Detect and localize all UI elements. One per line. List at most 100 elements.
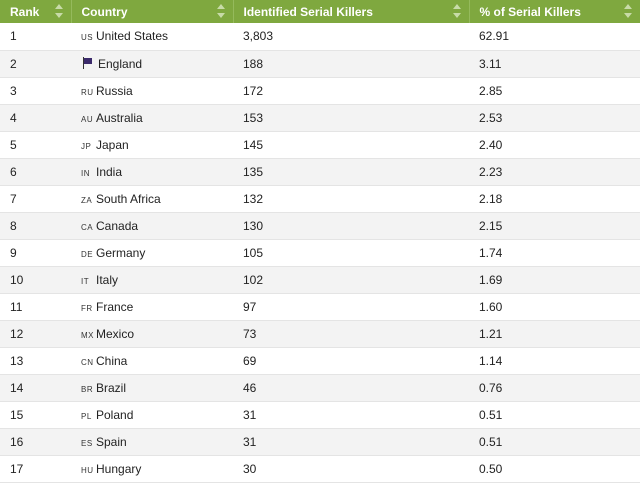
percent-cell: 2.40	[479, 137, 503, 152]
sort-arrows-icon[interactable]	[54, 4, 63, 18]
country-name: Italy	[96, 272, 119, 287]
percent-cell: 2.15	[479, 218, 503, 233]
killers-cell: 172	[243, 83, 264, 98]
percent-cell: 2.18	[479, 191, 503, 206]
table-row: 5 JP Japan 145 2.40	[0, 131, 640, 158]
country-code: MX	[81, 330, 94, 340]
killers-cell: 135	[243, 164, 264, 179]
rank-cell: 15	[10, 407, 24, 422]
sort-arrows-icon[interactable]	[624, 4, 632, 18]
killers-cell: 31	[243, 434, 257, 449]
rank-cell: 6	[10, 164, 17, 179]
country-cell: ZA South Africa	[71, 185, 233, 212]
flag-icon	[81, 56, 95, 69]
killers-cell: 46	[243, 380, 257, 395]
table-body: 1 US United States 3,803 62.91 2 England 188 3.1…	[0, 23, 640, 482]
country-cell: MX Mexico	[71, 320, 233, 347]
sort-arrows-icon[interactable]	[216, 4, 225, 18]
table-row: 9 DE Germany 105 1.74	[0, 239, 640, 266]
table-row: 12 MX Mexico 73 1.21	[0, 320, 640, 347]
country-code: BR	[81, 384, 94, 394]
country-name: United States	[96, 29, 169, 44]
country-cell: CN China	[71, 347, 233, 374]
table-row: 13 CN China 69 1.14	[0, 347, 640, 374]
killers-cell: 30	[243, 461, 257, 476]
rank-cell: 1	[10, 29, 17, 44]
country-code: CA	[81, 222, 94, 232]
country-cell: JP Japan	[71, 131, 233, 158]
table-row: 7 ZA South Africa 132 2.18	[0, 185, 640, 212]
table-row: 3 RU Russia 172 2.85	[0, 77, 640, 104]
country-name: Russia	[96, 83, 133, 98]
table-row: 6 IN India 135 2.23	[0, 158, 640, 185]
column-header-country[interactable]: Country	[71, 0, 234, 23]
killers-cell: 105	[243, 245, 264, 260]
country-code: ZA	[81, 195, 93, 205]
percent-cell: 0.50	[479, 461, 503, 476]
country-name: England	[98, 56, 143, 71]
rank-cell: 11	[10, 299, 23, 314]
country-cell: FR France	[71, 293, 233, 320]
percent-cell: 0.51	[479, 434, 503, 449]
table-row: 11 FR France 97 1.60	[0, 293, 640, 320]
percent-cell: 62.91	[479, 29, 510, 44]
percent-cell: 0.76	[479, 380, 503, 395]
country-code: CN	[81, 357, 94, 367]
country-name: Germany	[96, 245, 146, 260]
killers-cell: 130	[243, 218, 264, 233]
rank-cell: 12	[10, 326, 24, 341]
country-name: Australia	[96, 110, 143, 125]
country-code: PL	[81, 411, 92, 421]
table-row: 14 BR Brazil 46 0.76	[0, 374, 640, 401]
rank-cell: 10	[10, 272, 24, 287]
table-row: 15 PL Poland 31 0.51	[0, 401, 640, 428]
column-header-label: Country	[81, 4, 128, 19]
column-header-rank[interactable]: Rank	[0, 0, 72, 23]
country-name: India	[96, 164, 123, 179]
column-header-percent[interactable]: % of Serial Killers	[469, 0, 640, 23]
killers-cell: 145	[243, 137, 264, 152]
country-code: AU	[81, 114, 94, 124]
rank-cell: 14	[10, 380, 24, 395]
killers-cell: 132	[243, 191, 264, 206]
rank-cell: 13	[10, 353, 24, 368]
country-code: US	[81, 33, 94, 43]
percent-cell: 1.21	[479, 326, 503, 341]
rank-cell: 7	[10, 191, 17, 206]
country-name: Hungary	[96, 461, 142, 476]
killers-cell: 102	[243, 272, 264, 287]
country-cell: England	[71, 50, 233, 77]
country-code: HU	[81, 465, 94, 475]
rank-cell: 17	[10, 461, 24, 476]
country-cell: ES Spain	[71, 428, 233, 455]
table-row: 16 ES Spain 31 0.51	[0, 428, 640, 455]
country-name: France	[96, 299, 134, 314]
percent-cell: 1.14	[479, 353, 503, 368]
killers-cell: 3,803	[243, 29, 274, 44]
killers-cell: 153	[243, 110, 264, 125]
table-row: 10 IT Italy 102 1.69	[0, 266, 640, 293]
country-cell: HU Hungary	[71, 455, 233, 482]
column-header-killers[interactable]: Identified Serial Killers	[233, 0, 470, 23]
rank-cell: 5	[10, 137, 17, 152]
table-header: Rank Country Identified Serial Killers %…	[0, 0, 640, 23]
percent-cell: 2.53	[479, 110, 503, 125]
country-code: FR	[81, 303, 93, 313]
country-name: Canada	[96, 218, 139, 233]
column-header-label: % of Serial Killers	[479, 4, 581, 19]
sort-arrows-icon[interactable]	[452, 4, 461, 18]
killers-cell: 97	[243, 299, 257, 314]
country-cell: AU Australia	[71, 104, 233, 131]
rank-cell: 3	[10, 83, 17, 98]
country-code: DE	[81, 249, 94, 259]
rank-cell: 4	[10, 110, 17, 125]
killers-cell: 69	[243, 353, 257, 368]
country-name: Spain	[96, 434, 127, 449]
percent-cell: 2.85	[479, 83, 503, 98]
table-row: 2 England 188 3.11	[0, 50, 640, 77]
killers-cell: 73	[243, 326, 257, 341]
country-name: Brazil	[96, 380, 127, 395]
country-code: RU	[81, 87, 94, 97]
country-code: ES	[81, 438, 93, 448]
country-cell: CA Canada	[71, 212, 233, 239]
